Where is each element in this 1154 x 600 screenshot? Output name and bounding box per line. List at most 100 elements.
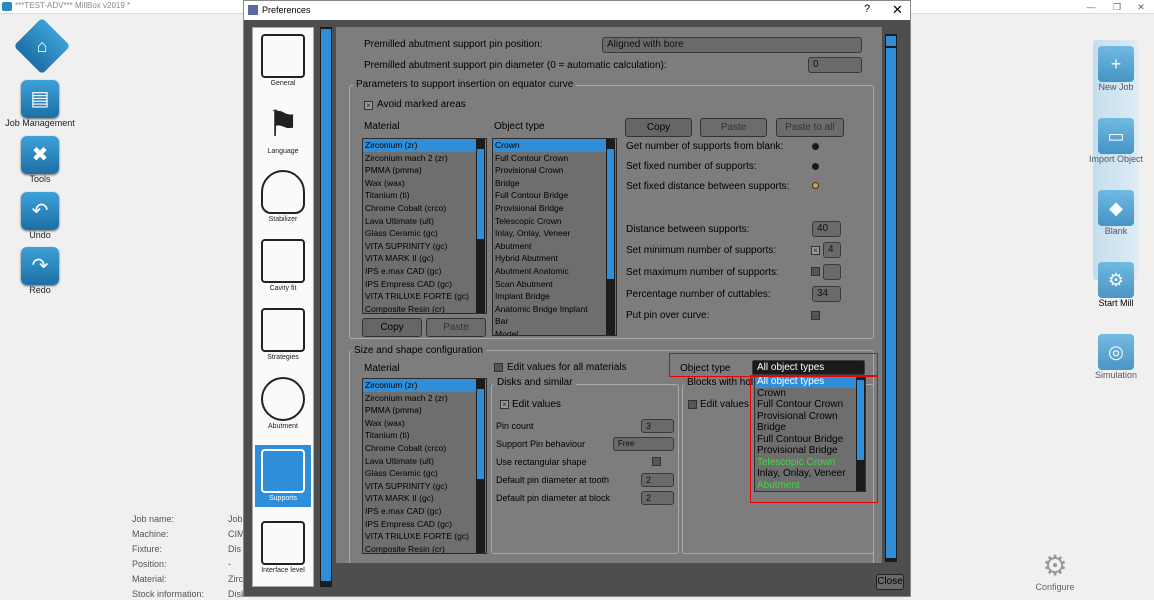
object-type-scrollbar[interactable]: [606, 139, 615, 335]
nav-general[interactable]: General: [255, 30, 311, 92]
nav-cavity-fit[interactable]: Cavity fit: [255, 235, 311, 297]
material-list-thumb[interactable]: [477, 149, 484, 239]
object-type-list-item[interactable]: Implant Bridge: [493, 290, 616, 303]
import-object-button[interactable]: ▭ Import Object: [1081, 118, 1151, 164]
tools-button[interactable]: ✖ Tools: [0, 136, 80, 184]
object-type-list-item[interactable]: Abutment: [493, 240, 616, 253]
object-type-list-item[interactable]: Provisional Crown: [493, 164, 616, 177]
material-list-item[interactable]: Zirconium mach 2 (zr): [363, 152, 486, 165]
material-list-2-item[interactable]: VITA MARK II (gc): [363, 492, 486, 505]
app-close-icon[interactable]: ✕: [1128, 0, 1154, 14]
nav-interface-level[interactable]: Interface level: [255, 517, 311, 579]
minimize-icon[interactable]: —: [1078, 0, 1104, 14]
paste-button[interactable]: Paste: [700, 118, 767, 137]
material-list-2-item[interactable]: Glass Ceramic (gc): [363, 467, 486, 480]
copy-button-left[interactable]: Copy: [362, 318, 422, 337]
object-type-list-item[interactable]: Bar: [493, 315, 616, 328]
material-list-item[interactable]: IPS e.max CAD (gc): [363, 265, 486, 278]
opt-fixed-distance-radio[interactable]: [812, 182, 819, 189]
distance-input[interactable]: 40: [812, 221, 841, 237]
configure-button[interactable]: ⚙ Configure: [1028, 550, 1082, 592]
edit-values-2-checkbox[interactable]: [688, 400, 697, 409]
nav-abutment[interactable]: Abutment: [255, 373, 311, 435]
material-list-item[interactable]: VITA SUPRINITY (gc): [363, 240, 486, 253]
material-list-2-item[interactable]: Lava Ultimate (ult): [363, 455, 486, 468]
material-list-item[interactable]: IPS Empress CAD (gc): [363, 278, 486, 291]
material-list-2-item[interactable]: Zirconium (zr): [363, 379, 486, 392]
material-list-item[interactable]: Composite Resin (cr): [363, 303, 486, 313]
material-list-2-item[interactable]: PMMA (pmma): [363, 404, 486, 417]
paste-to-all-button[interactable]: Paste to all: [776, 118, 844, 137]
material-list-item[interactable]: Glass Ceramic (gc): [363, 227, 486, 240]
help-icon[interactable]: ?: [864, 3, 870, 15]
object-type-list-item[interactable]: Scan Abutment: [493, 278, 616, 291]
pin-position-select[interactable]: Aligned with bore: [602, 37, 862, 53]
material-list-item[interactable]: VITA TRILUXE FORTE (gc): [363, 290, 486, 303]
max-supports-checkbox[interactable]: [811, 267, 820, 276]
object-type-list-item[interactable]: Full Contour Crown: [493, 152, 616, 165]
undo-button[interactable]: ↶ Undo: [0, 192, 80, 240]
object-type-list-item[interactable]: Inlay, Onlay, Veneer: [493, 227, 616, 240]
panel-scrollbar-thumb[interactable]: [886, 48, 896, 558]
paste-button-left[interactable]: Paste: [426, 318, 486, 337]
rectangular-checkbox[interactable]: [652, 457, 661, 466]
pin-count-input[interactable]: 3: [641, 419, 674, 433]
object-type-list-item[interactable]: Crown: [493, 139, 616, 152]
start-mill-button[interactable]: ⚙ Start Mill: [1081, 262, 1151, 308]
material-list-item[interactable]: Titanium (ti): [363, 189, 486, 202]
home-button[interactable]: ⌂: [13, 17, 71, 75]
nav-stabilizer[interactable]: Stabilizer: [255, 166, 311, 228]
material-list-2-item[interactable]: Chrome Cobalt (crco): [363, 442, 486, 455]
simulation-button[interactable]: ◎ Simulation: [1081, 334, 1151, 380]
material-list-scrollbar[interactable]: [476, 139, 485, 313]
material-list-item[interactable]: Wax (wax): [363, 177, 486, 190]
opt-blank-radio[interactable]: [812, 143, 819, 150]
material-list-2-item[interactable]: Composite Resin (cr): [363, 543, 486, 553]
object-type-list-item[interactable]: Anatomic Bridge Implant: [493, 303, 616, 316]
min-supports-checkbox[interactable]: ×: [811, 246, 820, 255]
nav-scrollbar[interactable]: [320, 27, 332, 587]
object-type-thumb[interactable]: [607, 149, 614, 279]
object-type-list[interactable]: Crown Full Contour Crown Provisional Crown…: [492, 138, 617, 336]
material-list-2-item[interactable]: Wax (wax): [363, 417, 486, 430]
object-type-list-item[interactable]: Telescopic Crown: [493, 215, 616, 228]
object-type-list-item[interactable]: Provisional Bridge: [493, 202, 616, 215]
material-list-item[interactable]: Chrome Cobalt (crco): [363, 202, 486, 215]
nav-strategies[interactable]: Strategies: [255, 304, 311, 366]
material-list-2-item[interactable]: VITA TRILUXE FORTE (gc): [363, 530, 486, 543]
material-list-2-item[interactable]: IPS e.max CAD (gc): [363, 505, 486, 518]
material-list-2-item[interactable]: VITA SUPRINITY (gc): [363, 480, 486, 493]
object-type-list-item[interactable]: Hybrid Abutment: [493, 252, 616, 265]
opt-fixed-number-radio[interactable]: [812, 163, 819, 170]
tooth-diameter-input[interactable]: 2: [641, 473, 674, 487]
material-list-2-item[interactable]: Zirconium mach 2 (zr): [363, 392, 486, 405]
close-button[interactable]: Close: [876, 574, 904, 590]
material-list-item[interactable]: VITA MARK II (gc): [363, 252, 486, 265]
min-supports-input[interactable]: 4: [823, 242, 841, 258]
pin-diameter-input[interactable]: 0: [808, 57, 862, 73]
object-type-list-item[interactable]: Bridge: [493, 177, 616, 190]
copy-button[interactable]: Copy: [625, 118, 692, 137]
block-diameter-input[interactable]: 2: [641, 491, 674, 505]
material-list-2[interactable]: Zirconium (zr) Zirconium mach 2 (zr) PMMA …: [362, 378, 487, 554]
material-list[interactable]: Zirconium (zr) Zirconium mach 2 (zr) PMMA …: [362, 138, 487, 314]
panel-scrollbar[interactable]: [885, 34, 897, 562]
material-list-item[interactable]: Lava Ultimate (ult): [363, 215, 486, 228]
blank-button[interactable]: ◆ Blank: [1081, 190, 1151, 236]
material-list-2-thumb[interactable]: [477, 389, 484, 479]
pin-over-curve-checkbox[interactable]: [811, 311, 820, 320]
edit-all-materials-checkbox[interactable]: [494, 363, 503, 372]
percentage-input[interactable]: 34: [812, 286, 841, 302]
material-list-2-scrollbar[interactable]: [476, 379, 485, 553]
scroll-up-arrow[interactable]: [886, 36, 896, 46]
avoid-marked-checkbox[interactable]: ×: [364, 101, 373, 110]
max-supports-input[interactable]: [823, 264, 841, 280]
redo-button[interactable]: ↷ Redo: [0, 247, 80, 295]
object-type-list-item[interactable]: Model: [493, 328, 616, 335]
new-job-button[interactable]: + New Job: [1081, 46, 1151, 92]
edit-values-checkbox[interactable]: ×: [500, 400, 509, 409]
dialog-close-icon[interactable]: ✕: [892, 2, 903, 18]
job-management-button[interactable]: ▤ Job Management: [0, 80, 80, 128]
nav-supports[interactable]: Supports: [255, 445, 311, 507]
material-list-item[interactable]: PMMA (pmma): [363, 164, 486, 177]
